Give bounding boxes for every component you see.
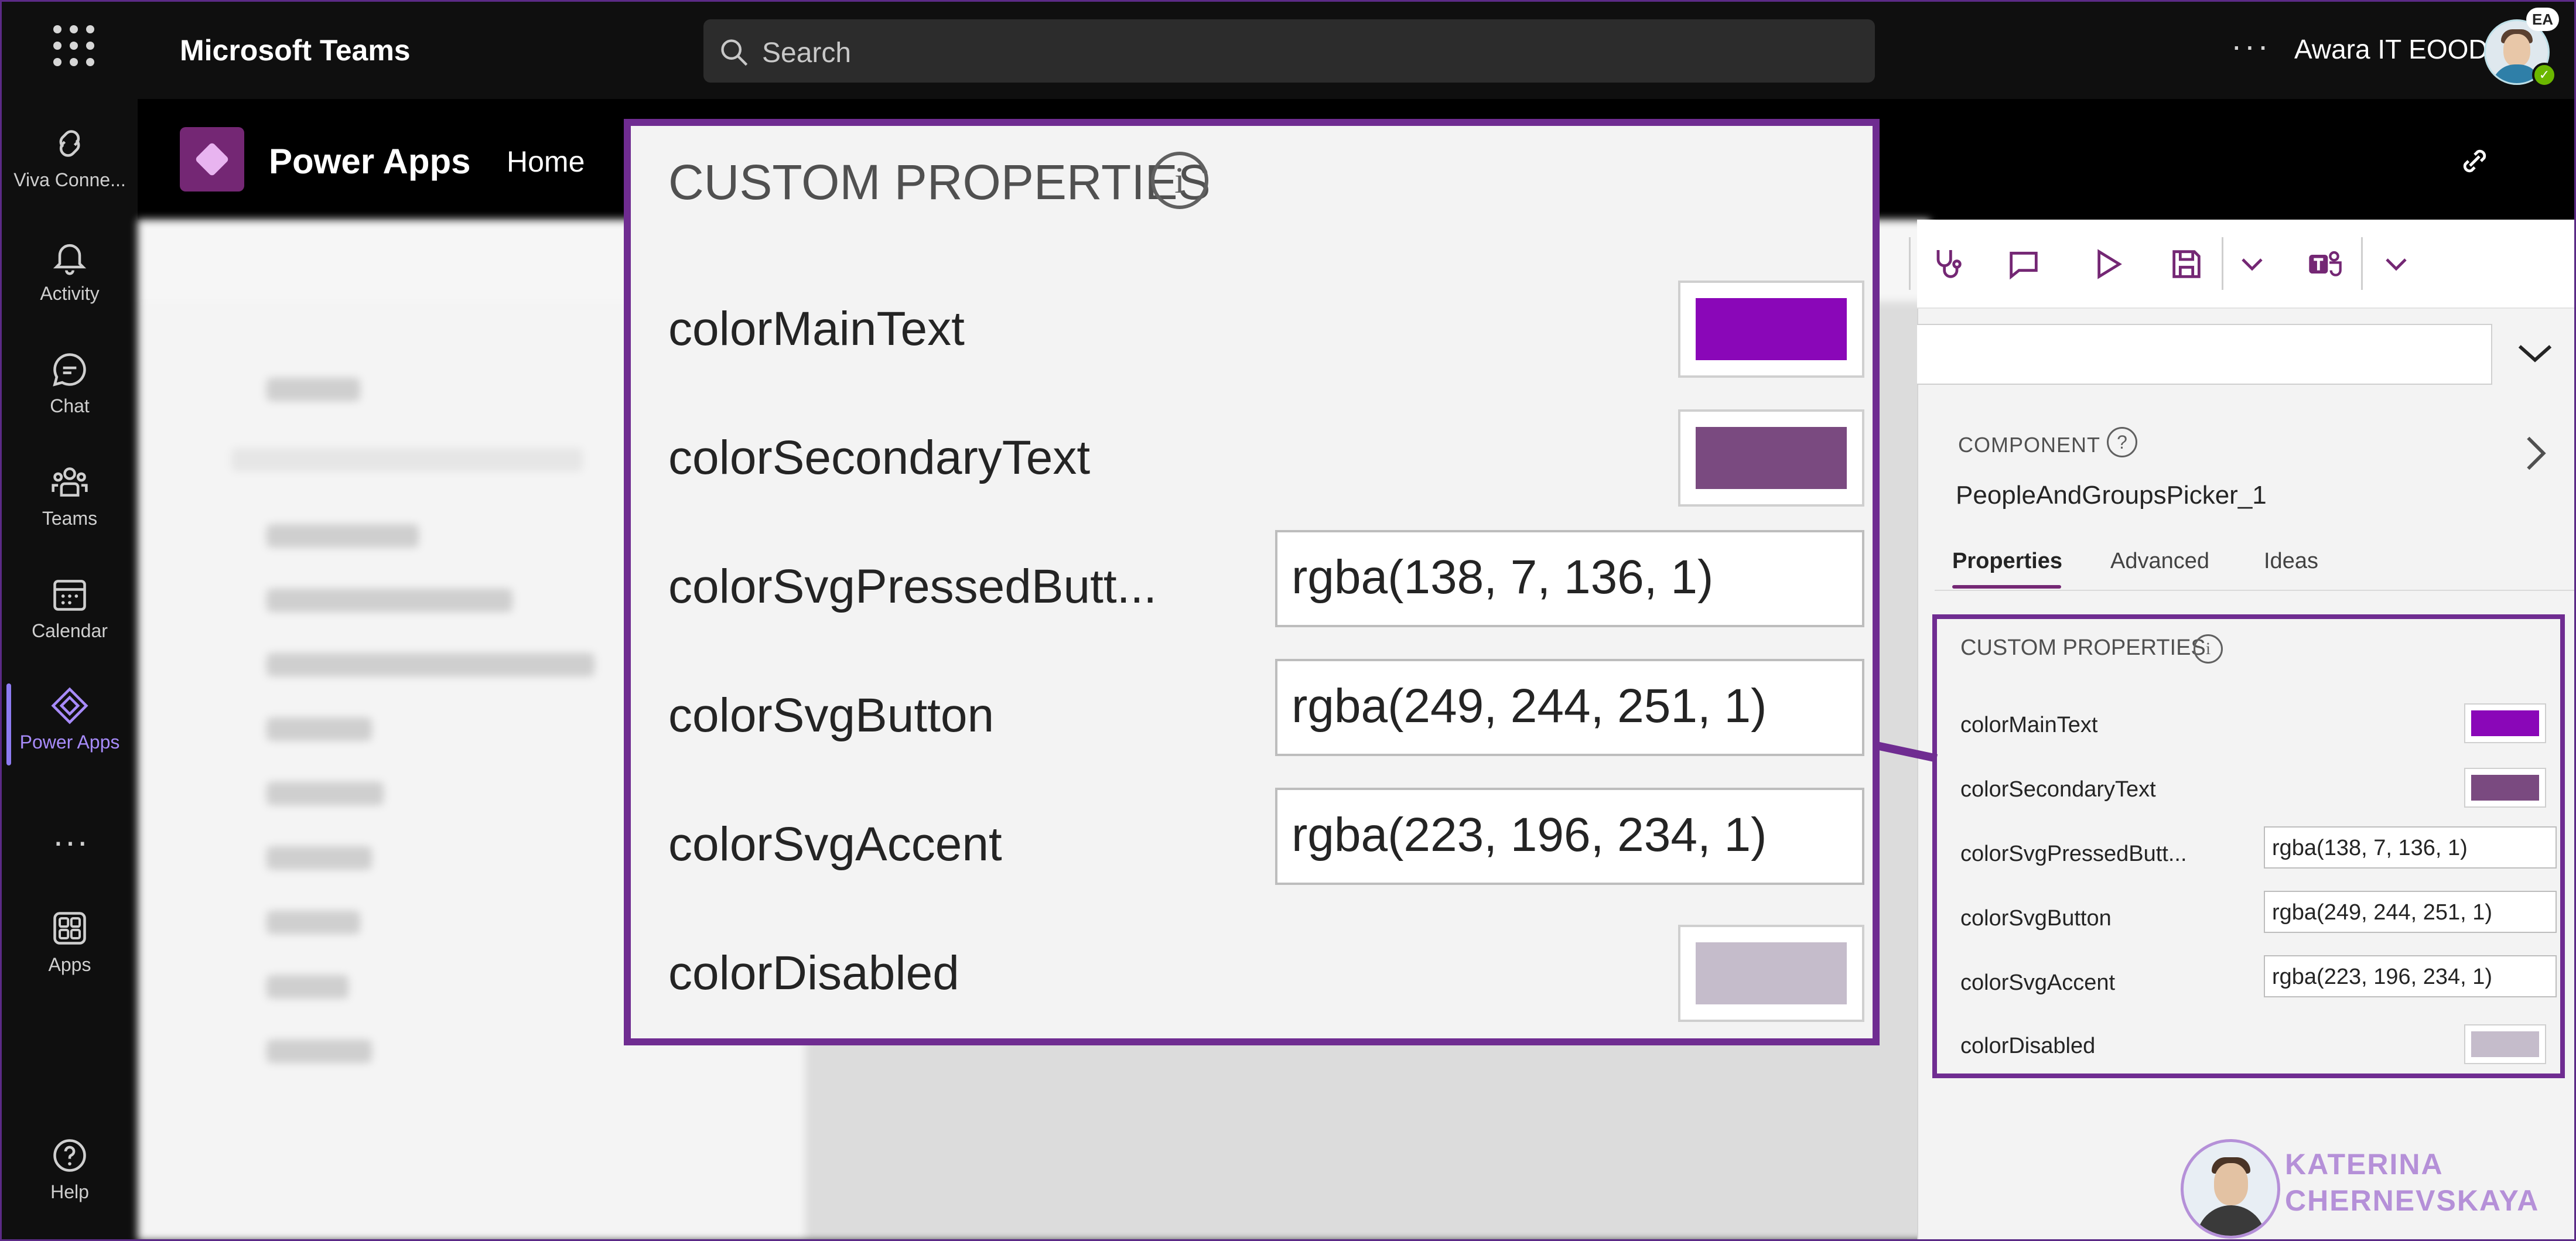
chat-icon — [53, 353, 86, 387]
color-swatch-disabled — [1678, 925, 1864, 1022]
stethoscope-icon[interactable] — [1929, 245, 1966, 283]
chevron-down-icon[interactable] — [2514, 336, 2555, 371]
color-swatch-secondary-text — [1678, 409, 1864, 507]
component-name: PeopleAndGroupsPicker_1 — [1956, 481, 2267, 510]
selected-tab-indicator — [1952, 585, 2061, 589]
zoomed-custom-properties-callout: CUSTOM PROPERTIES i colorMainText colorS… — [624, 119, 1880, 1045]
property-label-color-svg-pressed-button: colorSvgPressedButt... — [668, 560, 1157, 613]
color-swatch-disabled[interactable] — [2464, 1024, 2546, 1064]
comment-icon[interactable] — [2005, 245, 2042, 283]
power-apps-logo — [180, 127, 244, 192]
watermark-line-1: KATERINA — [2285, 1148, 2444, 1181]
rail-item-apps[interactable]: Apps — [2, 898, 138, 997]
teams-top-bar: Microsoft Teams Search ··· Awara IT EOOD… — [2, 2, 2574, 99]
teams-icon — [52, 467, 88, 497]
search-box[interactable]: Search — [703, 19, 1875, 83]
rail-label: Calendar — [32, 620, 108, 641]
color-swatch-main-text[interactable] — [2464, 703, 2546, 743]
app-title: Microsoft Teams — [180, 34, 411, 67]
color-swatch-secondary-text[interactable] — [2464, 768, 2546, 808]
info-icon: i — [1151, 152, 1208, 209]
bell-icon — [53, 244, 87, 275]
viva-connections-icon — [59, 130, 80, 157]
property-label-color-secondary-text: colorSecondaryText — [668, 431, 1091, 484]
property-label-color-svg-button: colorSvgButton — [668, 689, 995, 742]
color-svg-accent-input: rgba(223, 196, 234, 1) — [1275, 788, 1864, 885]
info-icon[interactable]: i — [2194, 634, 2223, 664]
watermark-line-2: CHERNEVSKAYA — [2285, 1184, 2540, 1217]
apps-icon — [53, 912, 86, 945]
color-svg-pressed-button-input: rgba(138, 7, 136, 1) — [1275, 530, 1864, 627]
rail-item-calendar[interactable]: Calendar — [2, 564, 138, 664]
rail-item-chat[interactable]: Chat — [2, 339, 138, 439]
search-icon — [721, 39, 748, 66]
rail-label: Teams — [42, 508, 98, 529]
rail-label: Activity — [40, 283, 100, 304]
color-svg-pressed-button-input[interactable]: rgba(138, 7, 136, 1) — [2264, 826, 2557, 869]
property-label-color-svg-accent: colorSvgAccent — [668, 818, 1002, 871]
user-initials-badge: EA — [2526, 8, 2559, 31]
link-icon[interactable] — [2456, 142, 2493, 180]
tab-ideas[interactable]: Ideas — [2264, 549, 2318, 574]
chevron-down-icon[interactable] — [2233, 245, 2271, 283]
property-label-color-svg-button: colorSvgButton — [1960, 906, 2112, 931]
power-apps-icon — [51, 687, 88, 724]
property-label-color-disabled: colorDisabled — [668, 946, 959, 1000]
rail-item-help[interactable]: Help — [2, 1125, 138, 1225]
property-label-color-svg-pressed-button: colorSvgPressedButt... — [1960, 842, 2187, 866]
chevron-right-icon[interactable] — [2520, 433, 2550, 474]
property-label-color-main-text: colorMainText — [1960, 713, 2098, 737]
rail-item-teams[interactable]: Teams — [2, 452, 138, 551]
color-svg-accent-input[interactable]: rgba(223, 196, 234, 1) — [2264, 955, 2557, 997]
more-apps-icon[interactable]: ... — [53, 813, 90, 854]
color-svg-button-input: rgba(249, 244, 251, 1) — [1275, 659, 1864, 756]
help-icon[interactable]: ? — [2107, 427, 2137, 457]
search-input[interactable]: Search — [762, 37, 851, 69]
color-svg-button-input[interactable]: rgba(249, 244, 251, 1) — [2264, 891, 2557, 933]
command-bar — [1909, 220, 2574, 309]
property-label-color-secondary-text: colorSecondaryText — [1960, 777, 2156, 802]
calendar-icon — [53, 580, 86, 611]
rail-item-activity[interactable]: Activity — [2, 227, 138, 326]
app-launcher-icon[interactable] — [53, 25, 94, 66]
save-icon[interactable] — [2168, 245, 2205, 283]
org-name[interactable]: Awara IT EOOD — [2294, 33, 2488, 65]
watermark-avatar — [2181, 1139, 2280, 1239]
help-icon — [53, 1139, 86, 1172]
window-frame: Microsoft Teams Search ··· Awara IT EOOD… — [0, 0, 2576, 1241]
rail-label: Viva Conne... — [13, 169, 126, 190]
rail-item-viva-connections[interactable]: Viva Conne... — [2, 113, 138, 213]
custom-properties-header: CUSTOM PROPERTIES — [668, 155, 1211, 210]
property-label-color-disabled: colorDisabled — [1960, 1034, 2096, 1058]
rail-label: Apps — [48, 954, 91, 975]
nav-home-link[interactable]: Home — [507, 145, 585, 179]
divider — [1935, 590, 2574, 591]
rail-label: Help — [50, 1181, 89, 1202]
rail-label: Power Apps — [19, 731, 120, 753]
component-label: COMPONENT — [1958, 433, 2100, 457]
rail-label: Chat — [50, 395, 90, 416]
property-label-color-svg-accent: colorSvgAccent — [1960, 970, 2116, 995]
custom-properties-header: CUSTOM PROPERTIES — [1960, 635, 2206, 660]
tab-properties[interactable]: Properties — [1952, 549, 2062, 574]
play-icon[interactable] — [2088, 245, 2126, 283]
teams-left-rail: Viva Conne... Activity Chat Teams Calend… — [2, 99, 138, 1239]
chevron-down-icon[interactable] — [2377, 245, 2415, 283]
property-label-color-main-text: colorMainText — [668, 302, 965, 355]
color-swatch-main-text — [1678, 281, 1864, 378]
more-options-icon[interactable]: ··· — [2231, 26, 2271, 64]
formula-bar[interactable] — [1917, 324, 2492, 385]
rail-item-power-apps[interactable]: Power Apps — [2, 675, 138, 775]
presence-available-icon: ✓ — [2532, 63, 2557, 87]
teams-publish-icon[interactable] — [2306, 245, 2343, 283]
watermark-text: KATERINA CHERNEVSKAYA — [2285, 1146, 2539, 1219]
tab-advanced[interactable]: Advanced — [2110, 549, 2209, 574]
custom-properties-section: CUSTOM PROPERTIES i colorMainText colorS… — [1932, 614, 2565, 1078]
powerapps-title: Power Apps — [269, 142, 471, 181]
